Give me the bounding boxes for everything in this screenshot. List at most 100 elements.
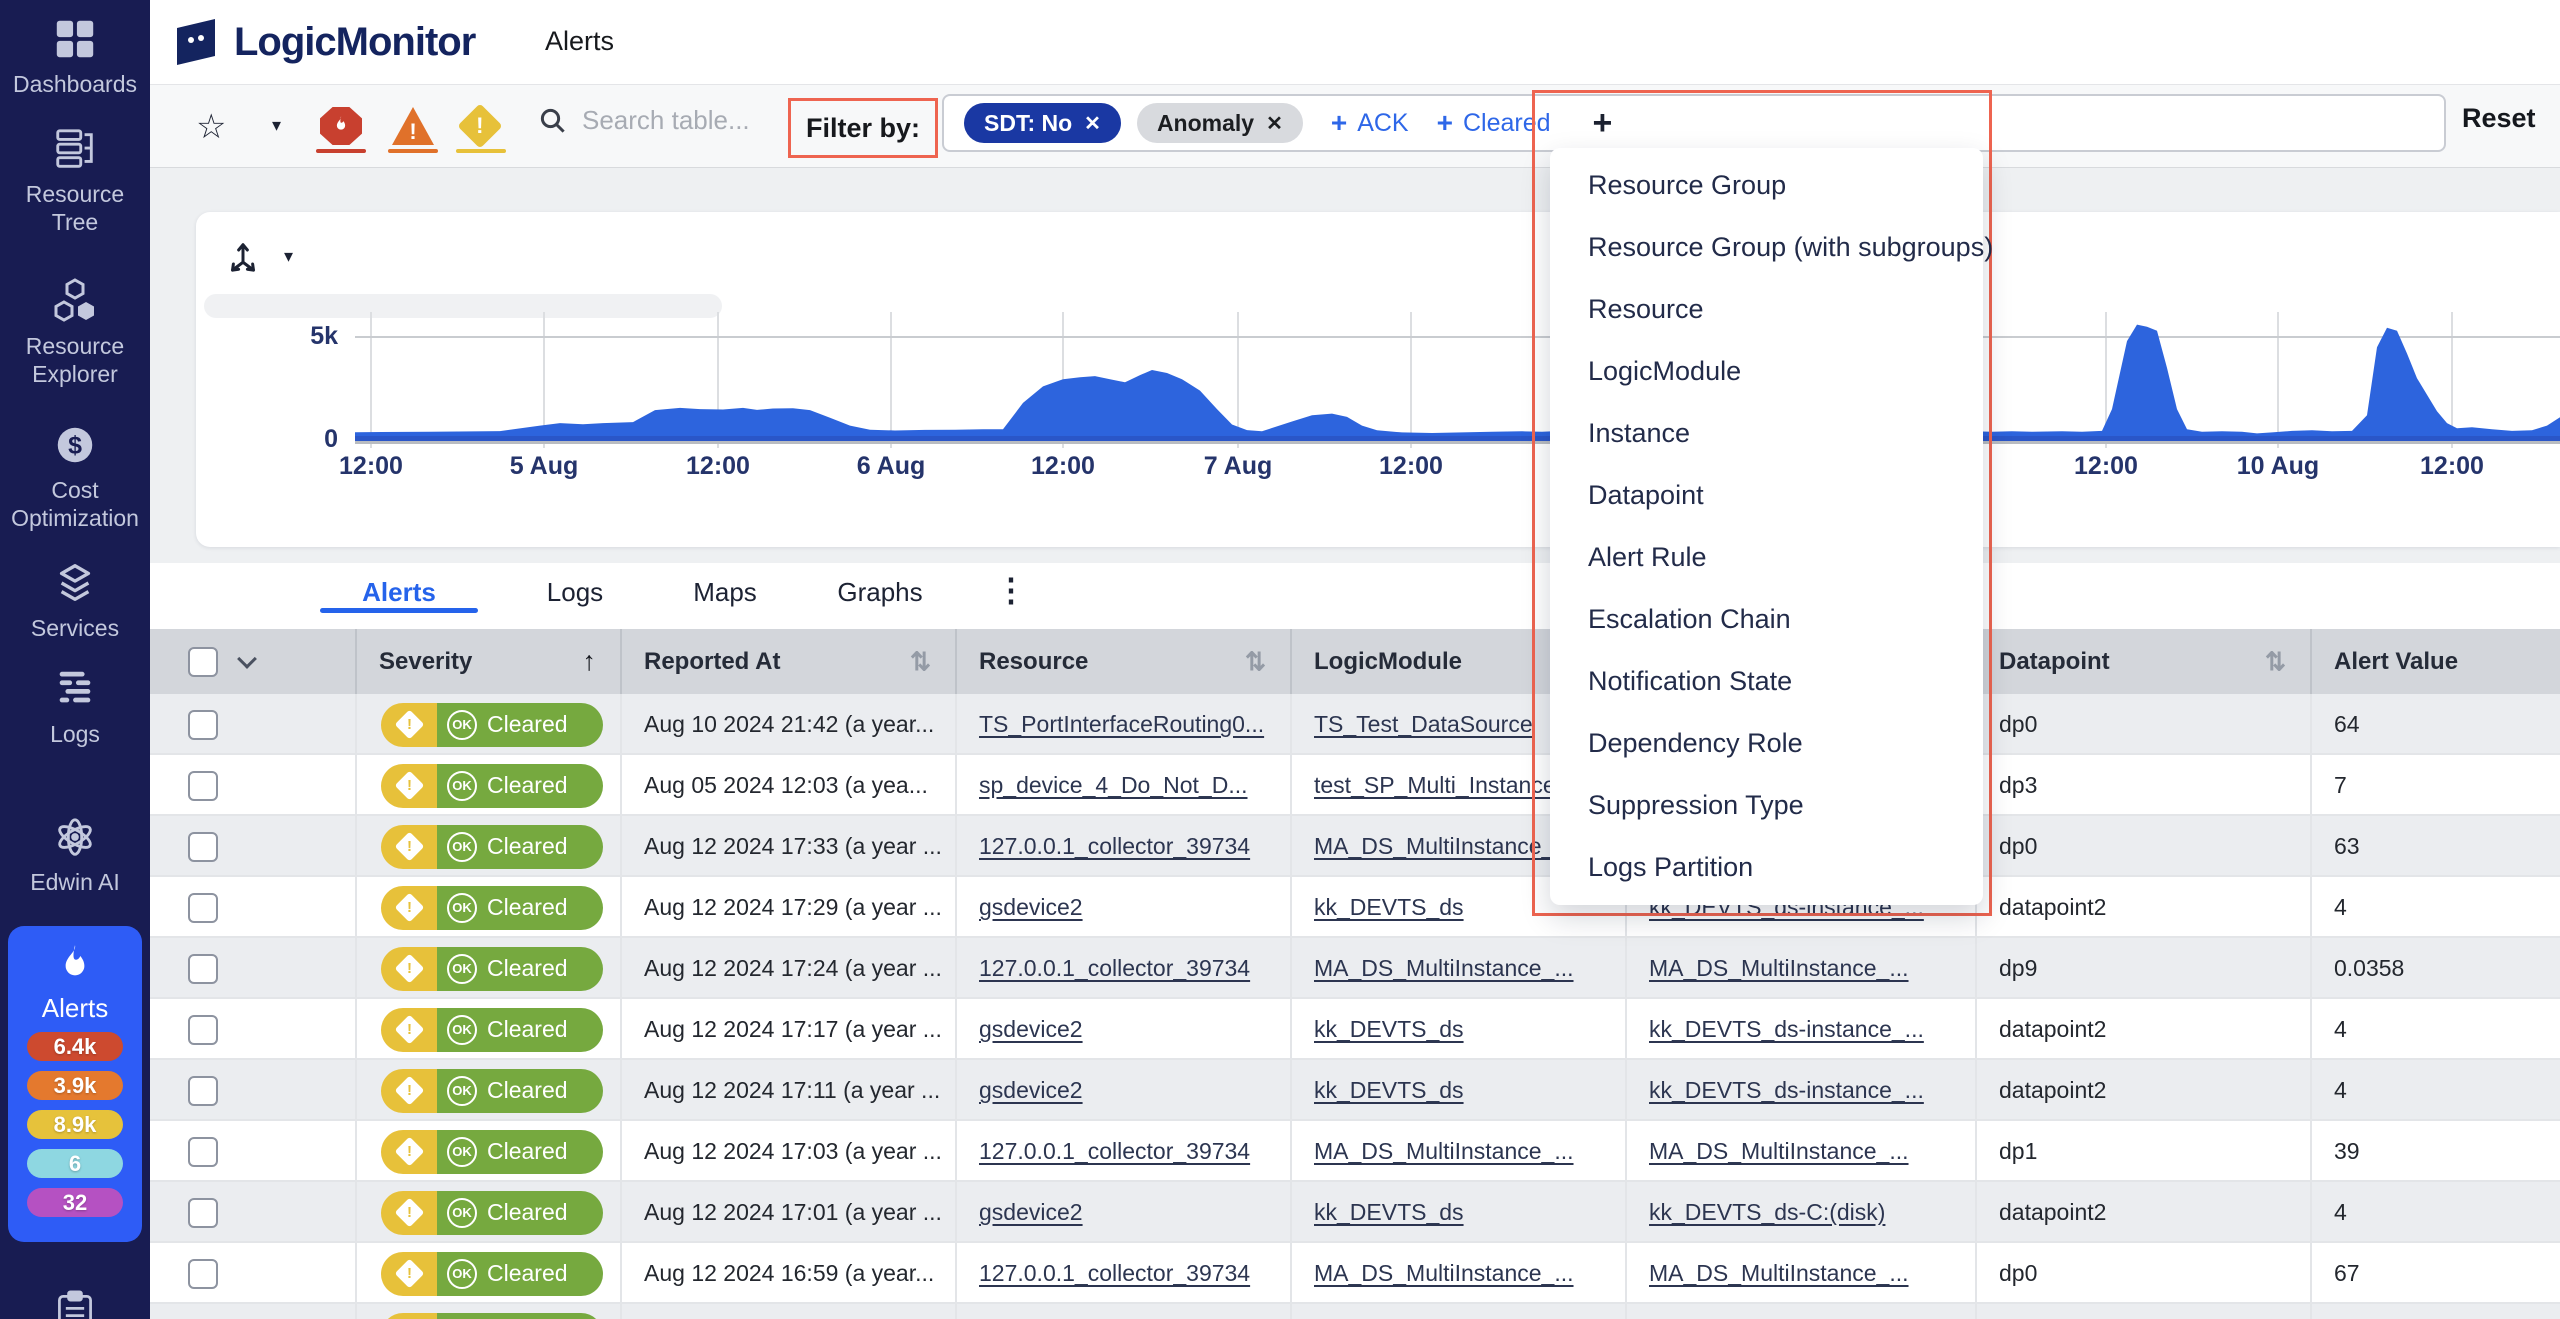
filter-menu-item[interactable]: Dependency Role (1550, 712, 1983, 774)
logicmodule-link[interactable]: kk_DEVTS_ds (1290, 1182, 1625, 1243)
column-header-resource[interactable]: Resource⇅ (955, 629, 1290, 694)
logicmodule-link[interactable] (1290, 1304, 1625, 1319)
instance-link[interactable]: kk_DEVTS_ds-instance_... (1625, 999, 1975, 1060)
sidebar-item-cost-optimization[interactable]: $ Cost Optimization (0, 422, 150, 532)
filter-menu-item[interactable]: Resource Group (with subgroups) (1550, 216, 1983, 278)
row-checkbox[interactable] (188, 1198, 218, 1228)
add-filter-button[interactable]: + (1593, 104, 1613, 143)
saved-views-star-icon[interactable]: ☆ (196, 107, 226, 147)
search-icon[interactable] (538, 106, 568, 136)
table-row[interactable]: ! OK Cleared Aug 12 2024 17:33 (a year .… (150, 816, 2560, 877)
resource-link[interactable] (955, 1304, 1290, 1319)
logicmodule-link[interactable]: kk_DEVTS_ds (1290, 999, 1625, 1060)
column-header-datapoint[interactable]: Datapoint⇅ (1975, 629, 2310, 694)
severity-critical-icon[interactable] (320, 107, 362, 145)
column-header-severity[interactable]: Severity↑ (355, 629, 620, 694)
resource-link[interactable]: 127.0.0.1_collector_39734 (955, 938, 1290, 999)
reset-button[interactable]: Reset (2462, 103, 2536, 134)
filter-menu-item[interactable]: Resource (1550, 278, 1983, 340)
instance-link[interactable]: MA_DS_MultiInstance_... (1625, 1243, 1975, 1304)
resource-link[interactable]: sp_device_4_Do_Not_D... (955, 755, 1290, 816)
instance-link[interactable]: kk_DEVTS_ds-C:(disk) (1625, 1182, 1975, 1243)
severity-error-icon[interactable]: ! (392, 107, 434, 145)
sort-ascending-icon[interactable]: ↑ (583, 646, 597, 677)
logicmodule-link[interactable]: MA_DS_MultiInstance_... (1290, 1121, 1625, 1182)
alert-count-badge[interactable]: 32 (27, 1188, 123, 1217)
resource-link[interactable]: TS_PortInterfaceRouting0... (955, 694, 1290, 755)
logicmodule-link[interactable]: MA_DS_MultiInstance_... (1290, 1243, 1625, 1304)
table-row[interactable]: ! OK Cleared Aug 05 2024 12:03 (a yea...… (150, 755, 2560, 816)
filter-menu-item[interactable]: Logs Partition (1550, 836, 1983, 898)
filter-chip[interactable]: SDT: No✕ (964, 103, 1121, 143)
alert-count-badge[interactable]: 6 (27, 1149, 123, 1178)
row-checkbox[interactable] (188, 893, 218, 923)
row-checkbox[interactable] (188, 832, 218, 862)
instance-link[interactable]: MA_DS_MultiInstance_... (1625, 938, 1975, 999)
sidebar-item-resource-explorer[interactable]: Resource Explorer (0, 276, 150, 388)
filter-menu-item[interactable]: Resource Group (1550, 154, 1983, 216)
more-tabs-kebab-icon[interactable]: ⋮ (995, 571, 1027, 609)
filter-menu-item[interactable]: LogicModule (1550, 340, 1983, 402)
resource-link[interactable]: gsdevice2 (955, 1060, 1290, 1121)
sidebar-item-dashboards[interactable]: Dashboards (0, 16, 150, 98)
quick-filter-add[interactable]: +ACK (1331, 107, 1409, 139)
tab-logs[interactable]: Logs (510, 577, 640, 608)
table-row[interactable]: ! OK Cleared Aug 10 2024 21:42 (a year..… (150, 694, 2560, 755)
tab-maps[interactable]: Maps (660, 577, 790, 608)
resource-link[interactable]: 127.0.0.1_collector_39734 (955, 1243, 1290, 1304)
saved-views-caret-icon[interactable]: ▾ (272, 115, 281, 136)
row-checkbox[interactable] (188, 954, 218, 984)
filter-chip[interactable]: Anomaly✕ (1137, 103, 1303, 143)
sort-icon[interactable]: ⇅ (1245, 647, 1266, 677)
table-row[interactable]: ! OK Cleared Aug 12 2024 17:29 (a year .… (150, 877, 2560, 938)
select-menu-chevron-icon[interactable] (237, 649, 257, 669)
logo[interactable]: LogicMonitor (168, 14, 475, 70)
severity-warning-icon[interactable]: ! (457, 103, 502, 148)
resource-link[interactable]: gsdevice2 (955, 999, 1290, 1060)
instance-link[interactable] (1625, 1304, 1975, 1319)
table-row[interactable]: ! OK Cleared Aug 12 2024 17:11 (a year .… (150, 1060, 2560, 1121)
table-row[interactable]: ! OK Cleared Aug 12 2024 16:59 (a year..… (150, 1243, 2560, 1304)
filter-menu-item[interactable]: Suppression Type (1550, 774, 1983, 836)
alert-trend-chart[interactable] (355, 300, 2560, 450)
row-checkbox[interactable] (188, 710, 218, 740)
table-row[interactable]: ! OK Cleared Aug 12 2024 17:17 (a year .… (150, 999, 2560, 1060)
branch-view-icon[interactable] (222, 236, 264, 278)
sidebar-item-edwin-ai[interactable]: Edwin AI (0, 814, 150, 896)
resource-link[interactable]: 127.0.0.1_collector_39734 (955, 1121, 1290, 1182)
filter-menu-item[interactable]: Notification State (1550, 650, 1983, 712)
remove-filter-icon[interactable]: ✕ (1266, 111, 1283, 136)
quick-filter-add[interactable]: +Cleared (1437, 107, 1551, 139)
table-row[interactable]: ! OK Cleared Aug 12 2024 17:24 (a year .… (150, 938, 2560, 999)
chart-options-caret-icon[interactable]: ▾ (284, 246, 293, 267)
tab-graphs[interactable]: Graphs (810, 577, 950, 608)
instance-link[interactable]: MA_DS_MultiInstance_... (1625, 1121, 1975, 1182)
row-checkbox[interactable] (188, 1137, 218, 1167)
sort-icon[interactable]: ⇅ (910, 647, 931, 677)
clipboard-icon[interactable] (53, 1290, 97, 1319)
sidebar-item-logs[interactable]: Logs (0, 666, 150, 748)
table-row[interactable]: ! OK Cleared Aug 12 2024 17:03 (a year .… (150, 1121, 2560, 1182)
table-row[interactable]: ! OK Cleared Aug 12 2024 17:01 (a year .… (150, 1182, 2560, 1243)
logicmodule-link[interactable]: kk_DEVTS_ds (1290, 1060, 1625, 1121)
filter-menu-item[interactable]: Instance (1550, 402, 1983, 464)
column-header-reported-at[interactable]: Reported At⇅ (620, 629, 955, 694)
tab-alerts[interactable]: Alerts (320, 577, 478, 608)
row-checkbox[interactable] (188, 1259, 218, 1289)
alert-count-badge[interactable]: 6.4k (27, 1032, 123, 1061)
filter-menu-item[interactable]: Alert Rule (1550, 526, 1983, 588)
logicmodule-link[interactable]: MA_DS_MultiInstance_... (1290, 938, 1625, 999)
resource-link[interactable]: gsdevice2 (955, 877, 1290, 938)
row-checkbox[interactable] (188, 1015, 218, 1045)
sidebar-item-services[interactable]: Services (0, 560, 150, 642)
alert-count-badge[interactable]: 3.9k (27, 1071, 123, 1100)
resource-link[interactable]: 127.0.0.1_collector_39734 (955, 816, 1290, 877)
sidebar-item-alerts-active[interactable]: Alerts 6.4k 3.9k 8.9k 6 32 (8, 926, 142, 1242)
instance-link[interactable]: kk_DEVTS_ds-instance_... (1625, 1060, 1975, 1121)
filter-bar[interactable]: SDT: No✕ Anomaly✕ +ACK +Cleared + (942, 94, 2446, 152)
select-all-checkbox[interactable] (188, 647, 218, 677)
filter-menu-item[interactable]: Escalation Chain (1550, 588, 1983, 650)
sort-icon[interactable]: ⇅ (2265, 647, 2286, 677)
resource-link[interactable]: gsdevice2 (955, 1182, 1290, 1243)
table-row[interactable]: ! OK Cleared (150, 1304, 2560, 1319)
